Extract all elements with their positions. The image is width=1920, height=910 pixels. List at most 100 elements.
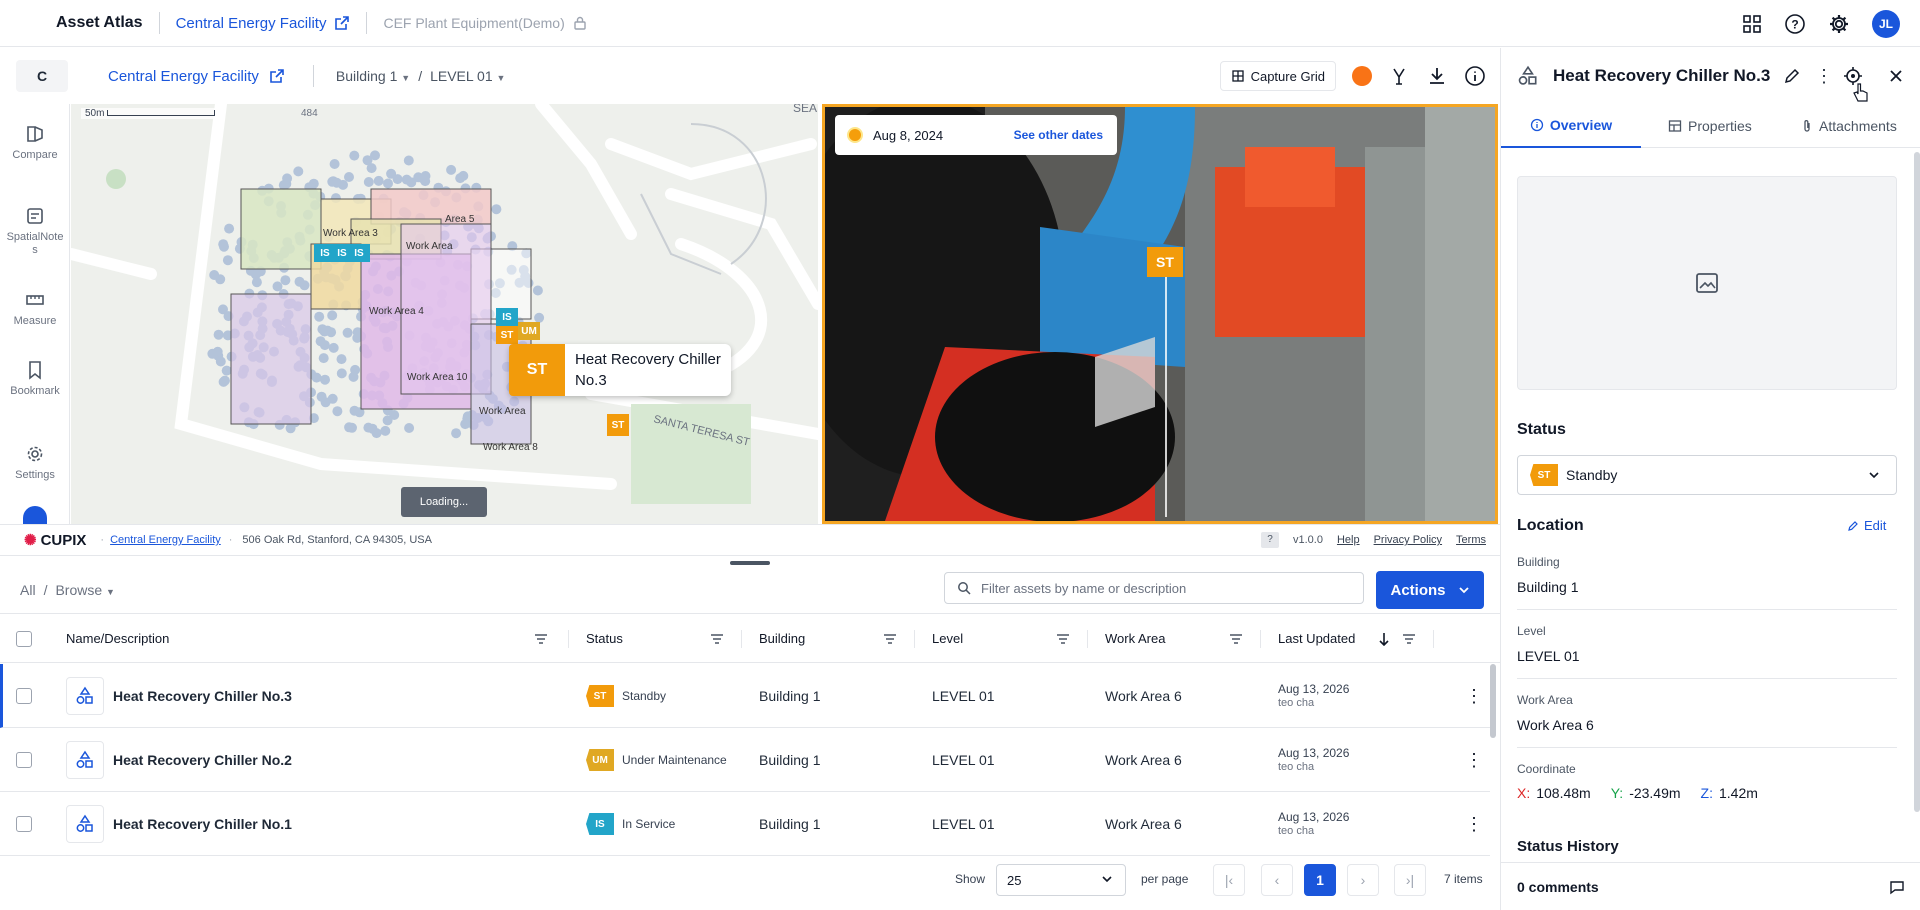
resize-handle[interactable]	[730, 561, 770, 565]
footer-privacy-link[interactable]: Privacy Policy	[1374, 534, 1442, 546]
panel-scrollbar[interactable]	[1914, 152, 1920, 812]
apps-grid-icon[interactable]	[1742, 14, 1762, 34]
next-page-button[interactable]: ›	[1347, 864, 1379, 896]
page-button-current[interactable]: 1	[1304, 864, 1336, 896]
map-pin-in-service[interactable]: IS	[348, 244, 370, 262]
show-label: Show	[955, 872, 986, 886]
level-field-label: Level	[1517, 624, 1546, 638]
close-icon[interactable]	[1888, 68, 1904, 84]
comment-icon[interactable]	[1889, 879, 1905, 895]
rail-item-compare[interactable]: Compare	[0, 124, 70, 162]
spatial-notes-icon	[27, 208, 43, 224]
filter-icon[interactable]	[883, 632, 897, 646]
row-checkbox[interactable]	[16, 816, 32, 832]
map-pin-in-service[interactable]: IS	[496, 308, 518, 326]
capture-date-chip[interactable]: Aug 8, 2024 See other dates	[835, 115, 1117, 155]
more-options-icon[interactable]: ⋮	[1815, 66, 1833, 87]
last-page-button[interactable]: ›|	[1394, 864, 1426, 896]
column-building[interactable]: Building	[759, 615, 905, 663]
level-dropdown[interactable]: LEVEL 01 ▼	[430, 68, 505, 84]
capture-grid-button[interactable]: Capture Grid	[1219, 61, 1336, 91]
table-scrollbar[interactable]	[1490, 664, 1496, 738]
footer-help-badge[interactable]: ?	[1260, 532, 1279, 548]
asset-name[interactable]: Heat Recovery Chiller No.1	[113, 792, 292, 856]
capture-point-dot	[382, 415, 393, 426]
filter-icon[interactable]	[1402, 632, 1416, 646]
asset-image-placeholder[interactable]	[1517, 176, 1897, 390]
updated-date: Aug 13, 2026	[1278, 810, 1350, 824]
facility-link[interactable]: Central Energy Facility	[176, 15, 351, 32]
row-checkbox[interactable]	[16, 688, 32, 704]
asset-name[interactable]: Heat Recovery Chiller No.2	[113, 728, 292, 792]
tab-attachments[interactable]: Attachments	[1801, 104, 1897, 148]
status-select[interactable]: ST Standby	[1517, 455, 1897, 495]
edit-location-button[interactable]: Edit	[1847, 518, 1886, 533]
row-menu-icon[interactable]: ⋮	[1465, 728, 1483, 792]
capture-point-dot	[386, 168, 397, 179]
column-divider	[741, 630, 742, 648]
footer-facility-link[interactable]: Central Energy Facility	[110, 534, 221, 546]
map-asset-tooltip[interactable]: ST Heat Recovery Chiller No.3	[509, 344, 731, 396]
app-name[interactable]: Asset Atlas	[56, 14, 143, 32]
checkbox[interactable]	[16, 630, 32, 647]
column-name[interactable]: Name/Description	[66, 615, 556, 663]
info-icon[interactable]	[1464, 65, 1486, 87]
project-chip[interactable]: C	[16, 60, 68, 92]
sort-descending-icon[interactable]	[1378, 632, 1390, 646]
map-pin-standby[interactable]: ST	[496, 326, 518, 344]
column-status[interactable]: Status	[586, 615, 732, 663]
filter-icon[interactable]	[1056, 632, 1070, 646]
per-page-select[interactable]: 25	[996, 864, 1126, 896]
tab-overview[interactable]: Overview	[1501, 104, 1641, 148]
comments-bar[interactable]: 0 comments	[1501, 862, 1920, 910]
breadcrumb-all[interactable]: All	[20, 582, 36, 598]
user-avatar[interactable]: JL	[1872, 9, 1900, 38]
asset-name[interactable]: Heat Recovery Chiller No.3	[113, 664, 292, 728]
help-icon[interactable]: ?	[1784, 13, 1806, 35]
facility-link-secondary[interactable]: Central Energy Facility	[108, 68, 285, 85]
see-other-dates-link[interactable]: See other dates	[1014, 128, 1103, 142]
building-dropdown[interactable]: Building 1 ▼	[336, 68, 410, 84]
rail-item-spatialnotes[interactable]: SpatialNotes	[0, 206, 70, 257]
asset-icon-cell	[66, 728, 104, 792]
rail-item-settings[interactable]: Settings	[0, 444, 70, 482]
column-work-area[interactable]: Work Area	[1105, 615, 1251, 663]
table-row[interactable]: Heat Recovery Chiller No.2 UM Under Maint…	[0, 728, 1490, 792]
row-checkbox[interactable]	[16, 752, 32, 768]
panorama-marker-standby[interactable]: ST	[1147, 247, 1183, 277]
pencil-icon[interactable]	[1783, 67, 1801, 85]
lamp-icon[interactable]	[1388, 65, 1410, 87]
table-toolbar: All / Browse ▼ Actions	[0, 566, 1500, 614]
gear-icon[interactable]	[1828, 13, 1850, 35]
search-input[interactable]	[981, 580, 1341, 596]
filter-icon[interactable]	[1229, 632, 1243, 646]
rail-item-bookmark[interactable]: Bookmark	[0, 360, 70, 398]
column-level[interactable]: Level	[932, 615, 1078, 663]
footer-terms-link[interactable]: Terms	[1456, 534, 1486, 546]
prev-page-button[interactable]: ‹	[1261, 864, 1293, 896]
filter-icon[interactable]	[534, 632, 548, 646]
record-icon[interactable]	[1352, 66, 1372, 86]
column-last-updated[interactable]: Last Updated	[1278, 615, 1424, 663]
select-all-checkbox[interactable]	[16, 615, 32, 663]
footer-help-link[interactable]: Help	[1337, 534, 1360, 546]
map-pin-under-maintenance[interactable]: UM	[518, 322, 540, 340]
capture-grid-label: Capture Grid	[1250, 68, 1325, 84]
capture-point-dot	[348, 371, 359, 382]
table-row[interactable]: Heat Recovery Chiller No.3 ST Standby Bui…	[0, 664, 1490, 728]
table-row[interactable]: Heat Recovery Chiller No.1 IS In Service …	[0, 792, 1490, 856]
rail-item-measure[interactable]: Measure	[0, 290, 70, 328]
site-map[interactable]: Area 5 Work Area 3 Work Area Work Area 4…	[71, 104, 818, 524]
tab-properties[interactable]: Properties	[1668, 104, 1752, 148]
rail-item-label: Settings	[15, 469, 55, 481]
panorama-view[interactable]: Aug 8, 2024 See other dates ST	[822, 104, 1498, 524]
browse-dropdown[interactable]: Browse ▼	[55, 582, 115, 598]
download-icon[interactable]	[1426, 65, 1448, 87]
filter-icon[interactable]	[710, 632, 724, 646]
locked-project[interactable]: CEF Plant Equipment(Demo)	[383, 15, 586, 31]
row-menu-icon[interactable]: ⋮	[1465, 664, 1483, 728]
first-page-button[interactable]: |‹	[1213, 864, 1245, 896]
row-menu-icon[interactable]: ⋮	[1465, 792, 1483, 856]
actions-button[interactable]: Actions	[1376, 571, 1484, 609]
map-pin-standby-selected[interactable]: ST	[607, 414, 629, 436]
